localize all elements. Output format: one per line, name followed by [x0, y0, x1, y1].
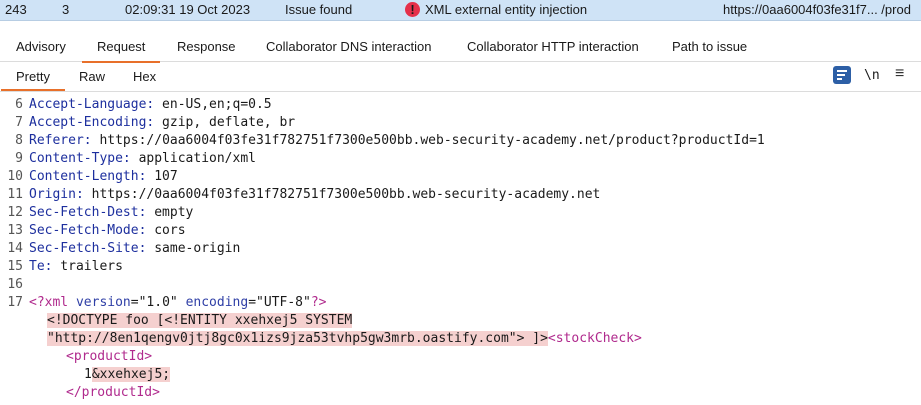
code-line: 13 Sec-Fetch-Mode: cors	[7, 223, 186, 238]
payload-url-line: "http://8en1qengv0jtj8gc0x1izs9jza53tvhp…	[47, 331, 642, 346]
code-line: 12 Sec-Fetch-Dest: empty	[7, 205, 194, 220]
tab-hex[interactable]: Hex	[133, 69, 156, 84]
code-line: 10 Content-Length: 107	[7, 169, 178, 184]
tab-path-to-issue[interactable]: Path to issue	[672, 39, 747, 54]
code-line: 6 Accept-Language: en-US,en;q=0.5	[15, 97, 272, 112]
issue-row[interactable]: 243 3 02:09:31 19 Oct 2023 Issue found !…	[0, 0, 921, 21]
menu-icon[interactable]: ≡	[895, 65, 904, 83]
issue-count: 3	[62, 2, 70, 17]
code-line: 7 Accept-Encoding: gzip, deflate, br	[15, 115, 296, 130]
wrap-lines-icon[interactable]	[833, 66, 851, 84]
issue-url: https://0aa6004f03fe31f7... /prod	[723, 2, 911, 17]
detail-tabs: Advisory Request Response Collaborator D…	[0, 33, 921, 63]
code-line: 1&xxehxej5;	[84, 367, 171, 382]
tab-advisory[interactable]: Advisory	[16, 39, 66, 54]
alert-icon: !	[405, 2, 420, 17]
issue-name: XML external entity injection	[425, 2, 588, 17]
entity-reference: &xxehxej5;	[91, 367, 171, 382]
code-line: 14 Sec-Fetch-Site: same-origin	[7, 241, 241, 256]
code-line: 15 Te: trailers	[7, 259, 123, 274]
payload-doctype-line: <!DOCTYPE foo [<!ENTITY xxehxej5 SYSTEM	[47, 313, 353, 328]
tab-raw[interactable]: Raw	[79, 69, 105, 84]
code-line: 16	[7, 277, 23, 292]
request-editor[interactable]: 6 Accept-Language: en-US,en;q=0.5 7 Accept…	[0, 91, 921, 405]
tab-pretty[interactable]: Pretty	[1, 69, 65, 91]
tab-response[interactable]: Response	[177, 39, 236, 54]
issue-status: Issue found	[285, 2, 353, 17]
issue-time: 02:09:31 19 Oct 2023	[125, 2, 251, 17]
code-line: 8 Referer: https://0aa6004f03fe31f782751f…	[15, 133, 765, 148]
tab-collaborator-http[interactable]: Collaborator HTTP interaction	[467, 39, 639, 54]
code-line: 11 Origin: https://0aa6004f03fe31f782751f…	[7, 187, 601, 202]
code-line: 9 Content-Type: application/xml	[15, 151, 256, 166]
issue-number: 243	[5, 2, 27, 17]
code-line: <productId>	[66, 349, 153, 364]
code-line: </productId>	[66, 385, 160, 400]
clipped-line	[60, 91, 100, 94]
tab-collaborator-dns[interactable]: Collaborator DNS interaction	[266, 39, 431, 54]
show-newlines-icon[interactable]: \n	[864, 68, 880, 83]
tab-request[interactable]: Request	[81, 39, 161, 63]
code-line: 17 <?xml version="1.0" encoding="UTF-8"?>	[7, 295, 327, 310]
view-tabs: Pretty Raw Hex	[0, 62, 921, 92]
